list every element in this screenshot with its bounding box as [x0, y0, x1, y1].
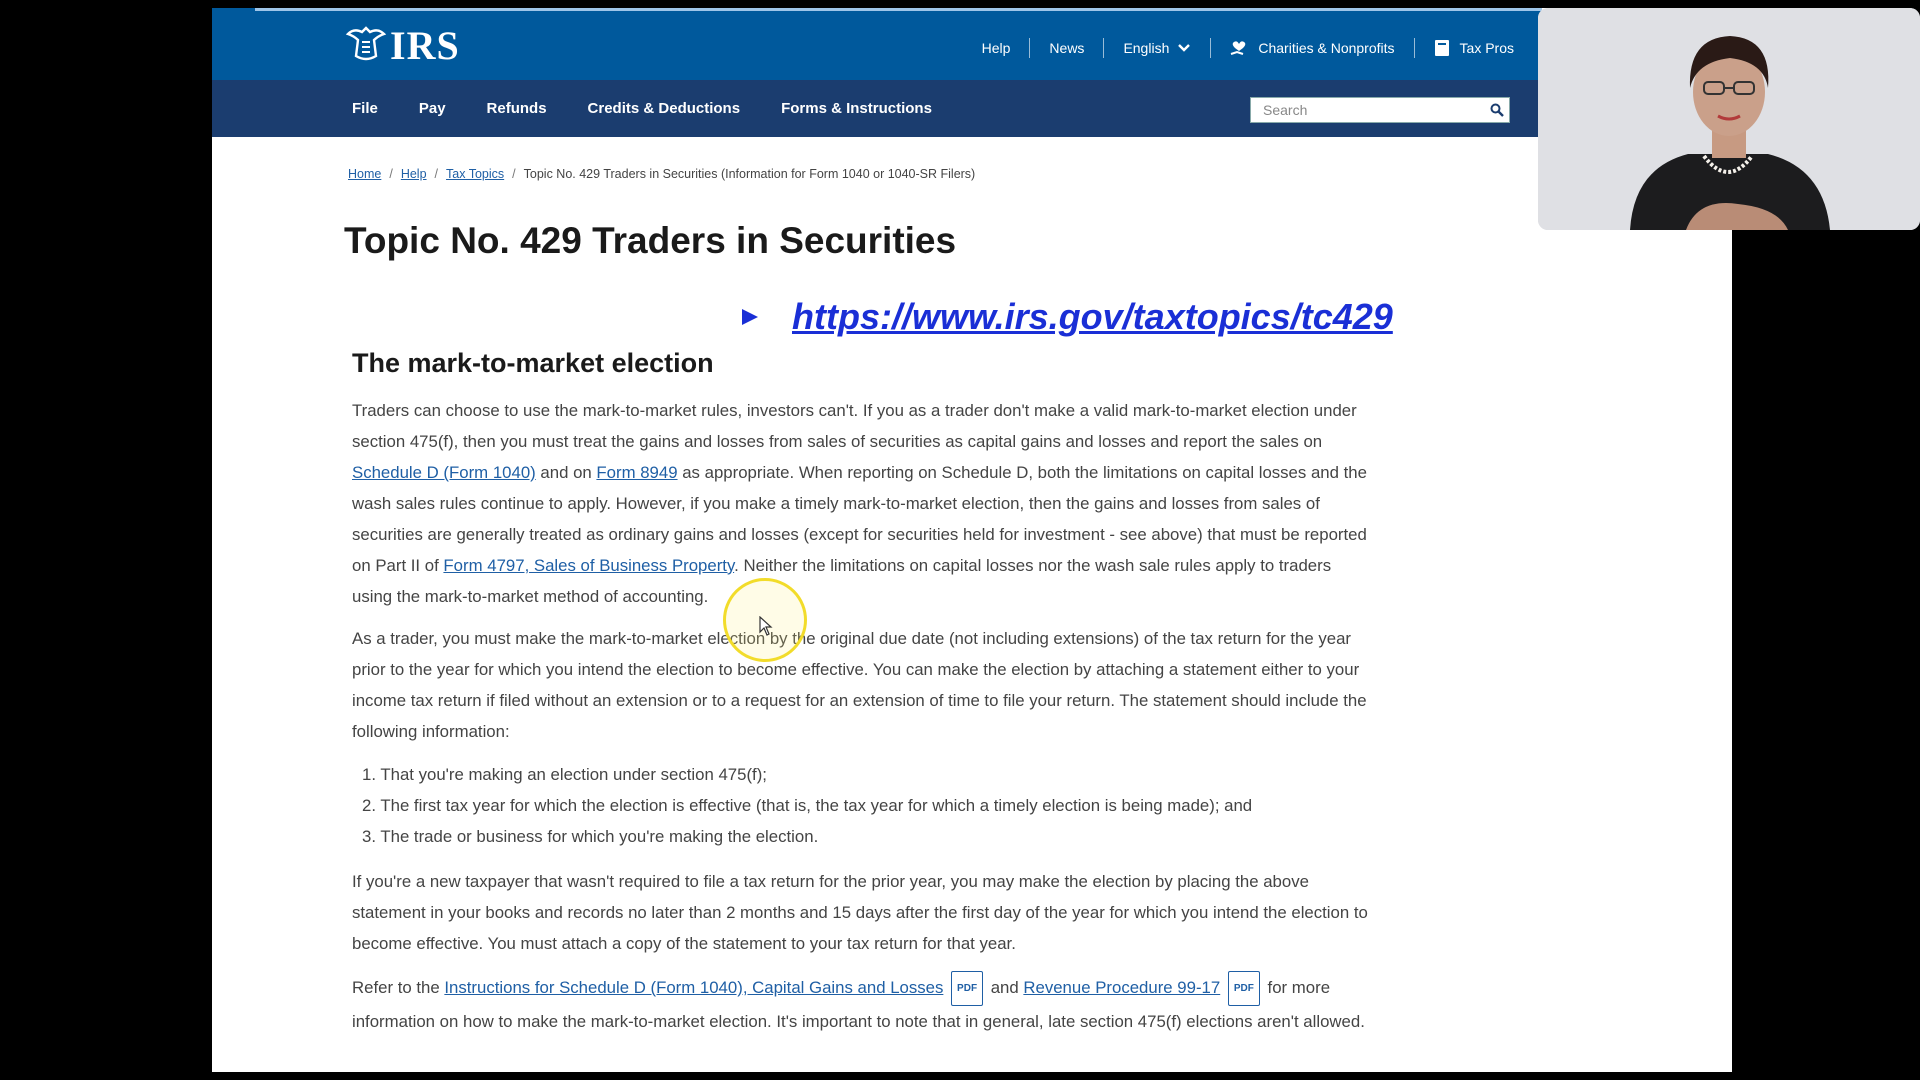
nav-pay[interactable]: Pay — [419, 100, 446, 117]
nav-credits-deductions[interactable]: Credits & Deductions — [588, 100, 741, 117]
text: and on — [535, 463, 597, 482]
charities-link[interactable]: Charities & Nonprofits — [1211, 40, 1413, 56]
language-select[interactable]: English — [1104, 40, 1210, 56]
url-callout: https://www.irs.gov/taxtopics/tc429 — [740, 296, 1393, 338]
chevron-down-icon — [1178, 44, 1191, 52]
breadcrumb-current: Topic No. 429 Traders in Securities (Inf… — [523, 167, 976, 181]
main-nav: File Pay Refunds Credits & Deductions Fo… — [212, 80, 1542, 137]
tax-pros-label: Tax Pros — [1459, 40, 1514, 56]
breadcrumb-home[interactable]: Home — [348, 167, 381, 181]
search-input[interactable] — [1251, 98, 1485, 122]
pdf-badge[interactable]: PDF — [1227, 971, 1260, 1006]
schedule-d-instructions-link[interactable]: Instructions for Schedule D (Form 1040),… — [444, 978, 943, 997]
search-icon — [1490, 103, 1504, 117]
breadcrumb-tax-topics[interactable]: Tax Topics — [446, 167, 504, 181]
presenter-webcam — [1538, 8, 1920, 230]
list-item: 3. The trade or business for which you'r… — [362, 827, 819, 846]
irs-logo[interactable]: IRS — [344, 23, 460, 68]
search-button[interactable] — [1485, 98, 1509, 122]
tax-pros-link[interactable]: Tax Pros — [1415, 39, 1514, 57]
text: Traders can choose to use the mark-to-ma… — [352, 401, 1357, 451]
form-8949-link[interactable]: Form 8949 — [596, 463, 677, 482]
browser-page: IRS Help News English Charities & Nonpro… — [212, 8, 1732, 1072]
play-arrow-icon — [742, 309, 758, 325]
text: and — [986, 978, 1024, 997]
topic-url-link[interactable]: https://www.irs.gov/taxtopics/tc429 — [792, 296, 1393, 338]
nav-forms-instructions[interactable]: Forms & Instructions — [781, 100, 932, 117]
presenter-video — [1538, 8, 1920, 230]
logo-text: IRS — [390, 22, 460, 68]
breadcrumb: Home / Help / Tax Topics / Topic No. 429 Trade… — [348, 167, 976, 181]
schedule-d-link[interactable]: Schedule D (Form 1040) — [352, 463, 536, 482]
page-title: Topic No. 429 Traders in Securities — [344, 220, 957, 261]
utility-links: Help News English Charities & Nonprofits… — [963, 38, 1514, 58]
search-box — [1250, 97, 1510, 123]
language-label: English — [1123, 40, 1170, 56]
nav-file[interactable]: File — [352, 100, 378, 117]
charities-label: Charities & Nonprofits — [1258, 40, 1395, 56]
news-link[interactable]: News — [1030, 40, 1103, 56]
list-item: 1. That you're making an election under … — [362, 765, 767, 784]
eagle-icon — [345, 26, 387, 61]
paragraph-new-taxpayer: If you're a new taxpayer that wasn't req… — [352, 872, 1368, 953]
nav-refunds[interactable]: Refunds — [487, 100, 547, 117]
breadcrumb-help[interactable]: Help — [401, 167, 427, 181]
form-4797-link[interactable]: Form 4797, Sales of Business Property — [443, 556, 734, 575]
hand-heart-icon — [1231, 41, 1246, 55]
list-item: 2. The first tax year for which the elec… — [362, 796, 1253, 815]
mouse-pointer-icon — [759, 616, 773, 636]
revenue-procedure-link[interactable]: Revenue Procedure 99-17 — [1023, 978, 1220, 997]
site-header: IRS Help News English Charities & Nonpro… — [212, 8, 1542, 80]
text: Refer to the — [352, 978, 445, 997]
paragraph-references: Refer to the Instructions for Schedule D… — [352, 971, 1372, 1037]
section-heading: The mark-to-market election — [352, 348, 714, 378]
pdf-badge[interactable]: PDF — [951, 971, 984, 1006]
help-link[interactable]: Help — [963, 40, 1030, 56]
header-accent-strip — [255, 8, 1542, 11]
paragraph-intro: Traders can choose to use the mark-to-ma… — [352, 395, 1372, 612]
help-label: Help — [981, 40, 1011, 56]
statement-requirements-list: 1. That you're making an election under … — [362, 759, 1382, 852]
book-icon — [1434, 40, 1449, 56]
news-label: News — [1049, 40, 1085, 56]
paragraph-election-timing: As a trader, you must make the mark-to-m… — [352, 629, 1367, 741]
